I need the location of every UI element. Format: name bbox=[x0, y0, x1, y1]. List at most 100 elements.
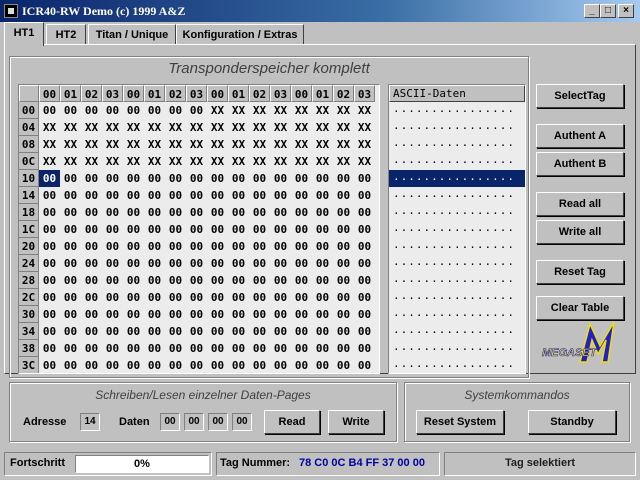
hex-cell[interactable]: XX bbox=[249, 102, 270, 119]
hex-cell[interactable]: 00 bbox=[186, 255, 207, 272]
hex-cell[interactable]: 00 bbox=[81, 323, 102, 340]
hex-cell[interactable]: XX bbox=[228, 119, 249, 136]
hex-cell[interactable]: XX bbox=[186, 119, 207, 136]
hex-cell[interactable]: 00 bbox=[207, 289, 228, 306]
hex-cell[interactable]: XX bbox=[165, 136, 186, 153]
hex-cell[interactable]: 00 bbox=[291, 255, 312, 272]
hex-cell[interactable]: 00 bbox=[270, 357, 291, 373]
hex-cell[interactable]: 00 bbox=[249, 187, 270, 204]
hex-cell[interactable]: 00 bbox=[123, 255, 144, 272]
hex-cell[interactable]: 00 bbox=[312, 357, 333, 373]
hex-cell[interactable]: XX bbox=[144, 136, 165, 153]
hex-cell[interactable]: 00 bbox=[270, 289, 291, 306]
hex-cell[interactable]: 00 bbox=[270, 187, 291, 204]
hex-cell[interactable]: XX bbox=[39, 119, 60, 136]
hex-cell[interactable]: 00 bbox=[123, 170, 144, 187]
data-field-0[interactable]: 00 bbox=[160, 413, 180, 431]
hex-cell[interactable]: 00 bbox=[291, 204, 312, 221]
ascii-row[interactable]: ................ bbox=[389, 204, 525, 221]
hex-cell[interactable]: 00 bbox=[81, 306, 102, 323]
ascii-row[interactable]: ................ bbox=[389, 170, 525, 187]
hex-cell[interactable]: 00 bbox=[228, 289, 249, 306]
hex-cell[interactable]: 00 bbox=[102, 289, 123, 306]
hex-cell[interactable]: 00 bbox=[333, 357, 354, 373]
hex-cell[interactable]: 00 bbox=[312, 221, 333, 238]
hex-cell[interactable]: 00 bbox=[354, 323, 375, 340]
hex-cell[interactable]: 00 bbox=[102, 272, 123, 289]
hex-cell[interactable]: 00 bbox=[81, 238, 102, 255]
hex-cell[interactable]: 00 bbox=[228, 221, 249, 238]
data-field-2[interactable]: 00 bbox=[208, 413, 228, 431]
hex-cell[interactable]: 00 bbox=[81, 357, 102, 373]
standby-button[interactable]: Standby bbox=[528, 410, 616, 434]
select-tag-button[interactable]: SelectTag bbox=[536, 84, 624, 108]
hex-cell[interactable]: 00 bbox=[249, 170, 270, 187]
hex-cell[interactable]: 00 bbox=[165, 357, 186, 373]
hex-cell[interactable]: XX bbox=[81, 119, 102, 136]
hex-cell[interactable]: 00 bbox=[123, 289, 144, 306]
hex-cell[interactable]: XX bbox=[207, 136, 228, 153]
hex-cell[interactable]: 00 bbox=[165, 102, 186, 119]
ascii-row[interactable]: ................ bbox=[389, 340, 525, 357]
app-icon[interactable] bbox=[4, 4, 18, 18]
ascii-row[interactable]: ................ bbox=[389, 238, 525, 255]
hex-cell[interactable]: 00 bbox=[270, 221, 291, 238]
hex-cell[interactable]: 00 bbox=[312, 204, 333, 221]
hex-cell[interactable]: 00 bbox=[165, 170, 186, 187]
hex-cell[interactable]: 00 bbox=[186, 357, 207, 373]
hex-cell[interactable]: 00 bbox=[333, 255, 354, 272]
hex-cell[interactable]: 00 bbox=[186, 306, 207, 323]
hex-cell[interactable]: XX bbox=[228, 136, 249, 153]
hex-cell[interactable]: 00 bbox=[207, 306, 228, 323]
hex-cell[interactable]: 00 bbox=[312, 170, 333, 187]
hex-cell[interactable]: 00 bbox=[81, 204, 102, 221]
hex-cell[interactable]: 00 bbox=[228, 323, 249, 340]
hex-cell[interactable]: XX bbox=[354, 119, 375, 136]
hex-cell[interactable]: 00 bbox=[39, 170, 60, 187]
hex-cell[interactable]: 00 bbox=[312, 238, 333, 255]
hex-cell[interactable]: 00 bbox=[81, 102, 102, 119]
hex-cell[interactable]: XX bbox=[39, 136, 60, 153]
hex-cell[interactable]: 00 bbox=[39, 255, 60, 272]
hex-cell[interactable]: 00 bbox=[333, 323, 354, 340]
hex-cell[interactable]: 00 bbox=[354, 204, 375, 221]
hex-cell[interactable]: 00 bbox=[186, 204, 207, 221]
hex-cell[interactable]: 00 bbox=[144, 238, 165, 255]
hex-cell[interactable]: 00 bbox=[207, 340, 228, 357]
hex-cell[interactable]: XX bbox=[312, 102, 333, 119]
hex-cell[interactable]: XX bbox=[249, 153, 270, 170]
reset-tag-button[interactable]: Reset Tag bbox=[536, 260, 624, 284]
hex-cell[interactable]: 00 bbox=[165, 340, 186, 357]
hex-cell[interactable]: 00 bbox=[165, 187, 186, 204]
hex-cell[interactable]: 00 bbox=[123, 357, 144, 373]
hex-cell[interactable]: XX bbox=[60, 153, 81, 170]
data-field-1[interactable]: 00 bbox=[184, 413, 204, 431]
hex-cell[interactable]: XX bbox=[102, 119, 123, 136]
hex-cell[interactable]: 00 bbox=[102, 340, 123, 357]
hex-cell[interactable]: 00 bbox=[270, 272, 291, 289]
hex-cell[interactable]: 00 bbox=[39, 187, 60, 204]
hex-cell[interactable]: XX bbox=[312, 136, 333, 153]
title-bar[interactable]: ICR40-RW Demo (c) 1999 A&Z _ □ × bbox=[0, 0, 640, 22]
ascii-row[interactable]: ................ bbox=[389, 153, 525, 170]
hex-cell[interactable]: XX bbox=[186, 136, 207, 153]
write-button[interactable]: Write bbox=[328, 410, 384, 434]
hex-cell[interactable]: 00 bbox=[228, 170, 249, 187]
hex-cell[interactable]: 00 bbox=[123, 204, 144, 221]
hex-cell[interactable]: 00 bbox=[207, 170, 228, 187]
hex-cell[interactable]: 00 bbox=[207, 204, 228, 221]
hex-cell[interactable]: 00 bbox=[333, 170, 354, 187]
hex-cell[interactable]: 00 bbox=[354, 170, 375, 187]
ascii-row[interactable]: ................ bbox=[389, 136, 525, 153]
hex-cell[interactable]: 00 bbox=[249, 255, 270, 272]
hex-cell[interactable]: 00 bbox=[39, 323, 60, 340]
hex-cell[interactable]: 00 bbox=[81, 221, 102, 238]
hex-cell[interactable]: 00 bbox=[333, 272, 354, 289]
hex-cell[interactable]: 00 bbox=[123, 102, 144, 119]
hex-cell[interactable]: 00 bbox=[333, 204, 354, 221]
read-all-button[interactable]: Read all bbox=[536, 192, 624, 216]
hex-cell[interactable]: 00 bbox=[39, 272, 60, 289]
hex-cell[interactable]: XX bbox=[228, 153, 249, 170]
hex-cell[interactable]: XX bbox=[354, 153, 375, 170]
hex-cell[interactable]: 00 bbox=[333, 340, 354, 357]
